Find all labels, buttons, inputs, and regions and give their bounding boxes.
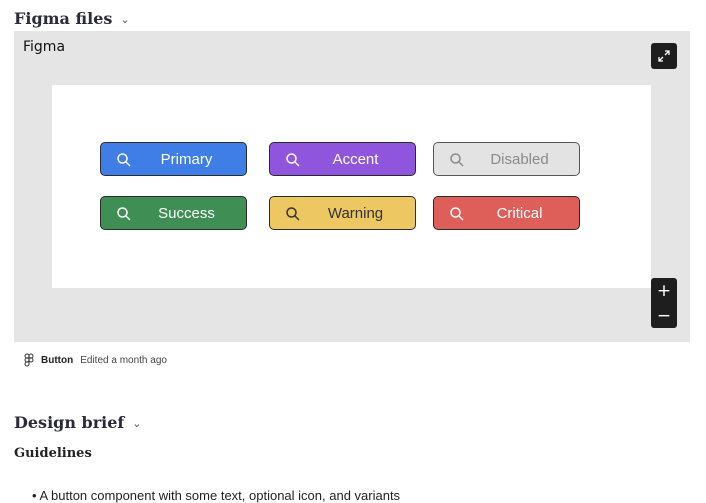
figma-files-title: Figma files (14, 9, 113, 28)
guidelines-heading: Guidelines (14, 446, 92, 461)
button-critical[interactable]: Critical (433, 196, 580, 230)
button-warning[interactable]: Warning (269, 196, 416, 230)
figma-canvas[interactable]: Primary Accent Disabled Success Warning … (52, 85, 651, 288)
chevron-down-icon[interactable]: ⌄ (132, 417, 141, 430)
figma-logo-icon (24, 353, 34, 367)
button-success[interactable]: Success (100, 196, 247, 230)
button-accent[interactable]: Accent (269, 142, 416, 176)
edited-time: Edited a month ago (80, 354, 167, 366)
figma-embed[interactable]: Figma Primary Accent Disabled Success Wa… (14, 31, 690, 342)
list-item: • A button component with some text, opt… (32, 488, 401, 503)
bullet-text: A button component with some text, optio… (39, 488, 401, 503)
search-icon (286, 207, 300, 221)
design-brief-title: Design brief (14, 413, 125, 432)
embed-label: Figma (23, 39, 66, 55)
search-icon (117, 207, 131, 221)
zoom-in-button[interactable]: + (651, 278, 677, 303)
zoom-out-button[interactable]: − (651, 303, 677, 328)
file-name[interactable]: Button (41, 355, 73, 366)
file-meta: Button Edited a month ago (24, 353, 167, 367)
zoom-controls: + − (651, 278, 677, 328)
button-disabled[interactable]: Disabled (433, 142, 580, 176)
fullscreen-button[interactable] (651, 43, 677, 69)
figma-files-heading[interactable]: Figma files ⌄ (14, 9, 130, 28)
search-icon (450, 207, 464, 221)
chevron-down-icon[interactable]: ⌄ (120, 13, 129, 26)
search-icon (286, 153, 300, 167)
search-icon (117, 153, 131, 167)
button-primary[interactable]: Primary (100, 142, 247, 176)
expand-icon (658, 50, 670, 62)
design-brief-heading[interactable]: Design brief ⌄ (14, 413, 142, 432)
search-icon (450, 153, 464, 167)
